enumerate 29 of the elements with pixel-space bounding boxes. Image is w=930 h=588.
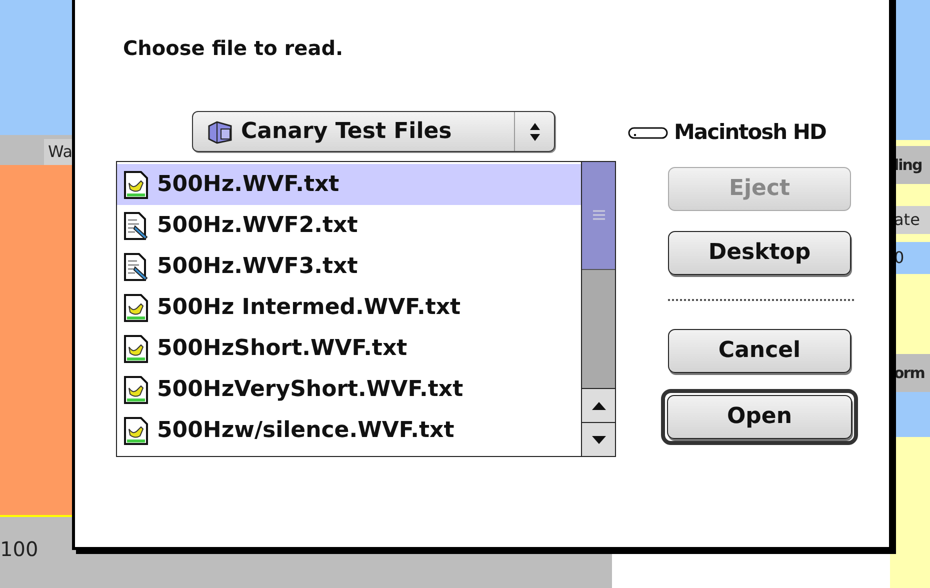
file-icon xyxy=(123,294,149,322)
hard-drive-icon xyxy=(628,126,668,140)
volume-name: Macintosh HD xyxy=(674,119,826,146)
folder-popup[interactable]: Canary Test Files xyxy=(192,111,555,152)
document-icon xyxy=(123,212,149,240)
dialog-prompt: Choose file to read. xyxy=(123,35,344,62)
dialog-button[interactable]: Desktop xyxy=(668,230,851,274)
file-icon xyxy=(123,376,149,404)
folder-icon xyxy=(207,120,233,144)
up-down-arrows-icon xyxy=(528,122,540,142)
file-list-item[interactable]: 500Hz.WVF2.txt xyxy=(117,205,581,246)
file-icon xyxy=(123,170,149,198)
scroll-down-arrow-icon[interactable] xyxy=(590,434,606,444)
dialog-button[interactable]: Open xyxy=(667,394,852,438)
file-list-item[interactable]: 500HzVeryShort.WVF.txt xyxy=(117,369,581,410)
file-list-item[interactable]: 500Hz.WVF3.txt xyxy=(117,246,581,287)
dialog-button[interactable]: Cancel xyxy=(668,328,851,372)
file-icon xyxy=(123,416,149,444)
scroll-up-arrow-icon[interactable] xyxy=(590,400,606,410)
file-list-item[interactable]: 500Hzw/silence.WVF.txt xyxy=(117,410,581,451)
axis-label: 100 xyxy=(0,539,40,559)
file-list-item[interactable]: 500HzShort.WVF.txt xyxy=(117,328,581,369)
file-icon xyxy=(123,334,149,362)
scroll-thumb-grip-icon xyxy=(592,208,606,222)
document-icon xyxy=(123,252,149,280)
file-list-item[interactable]: 500Hz Intermed.WVF.txt xyxy=(117,287,581,328)
file-list-item[interactable]: 500Hz.WVF.txt xyxy=(117,164,581,205)
scroll-bar[interactable] xyxy=(581,162,615,456)
tab[interactable]: Wa xyxy=(44,139,72,165)
